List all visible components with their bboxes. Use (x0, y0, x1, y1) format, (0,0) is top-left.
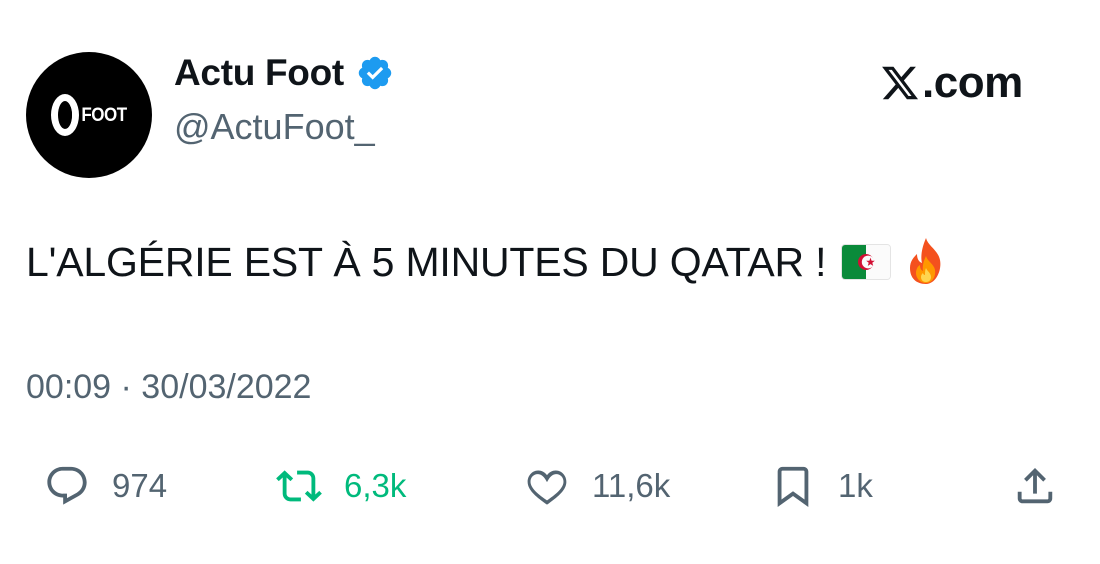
author-handle[interactable]: @ActuFoot_ (174, 106, 375, 148)
verified-badge-icon (356, 54, 394, 92)
tweet-text-body: L'ALGÉRIE EST À 5 MINUTES DU QATAR ! (26, 238, 827, 285)
share-button[interactable] (1012, 456, 1058, 516)
author-display-name[interactable]: Actu Foot (174, 52, 344, 94)
author-name-row: Actu Foot (174, 52, 394, 94)
reply-icon (47, 466, 87, 505)
algeria-flag-icon (842, 245, 891, 279)
retweet-button[interactable]: 6,3k (276, 456, 406, 516)
reply-count: 974 (112, 467, 168, 504)
bookmark-icon (777, 466, 809, 507)
reply-button[interactable]: 974 (44, 456, 167, 516)
tweet-timestamp[interactable]: 00:09 · 30/03/2022 (26, 368, 311, 407)
bookmark-button[interactable]: 1k (770, 456, 873, 516)
retweet-count: 6,3k (344, 467, 407, 504)
like-count: 11,6k (592, 467, 671, 504)
avatar-logo-text: FOOT (81, 103, 127, 126)
avatar-logo-mark (51, 94, 80, 136)
tweet-text: L'ALGÉRIE EST À 5 MINUTES DU QATAR ! (26, 236, 948, 288)
heart-icon (527, 470, 567, 505)
x-logo-icon (882, 66, 919, 100)
tweet-card: FOOT Actu Foot @ActuFoot_ .com L'ALGÉRIE… (0, 0, 1100, 564)
site-logo-text: .com (922, 58, 1023, 107)
action-bar: 974 6,3k 11,6k 1k (0, 456, 1100, 516)
fire-icon (904, 236, 948, 288)
retweet-icon (276, 470, 322, 502)
like-button[interactable]: 11,6k (524, 456, 670, 516)
share-icon (1017, 467, 1053, 504)
bookmark-count: 1k (838, 467, 873, 504)
avatar[interactable]: FOOT (26, 52, 152, 178)
site-logo: .com (880, 58, 1023, 108)
